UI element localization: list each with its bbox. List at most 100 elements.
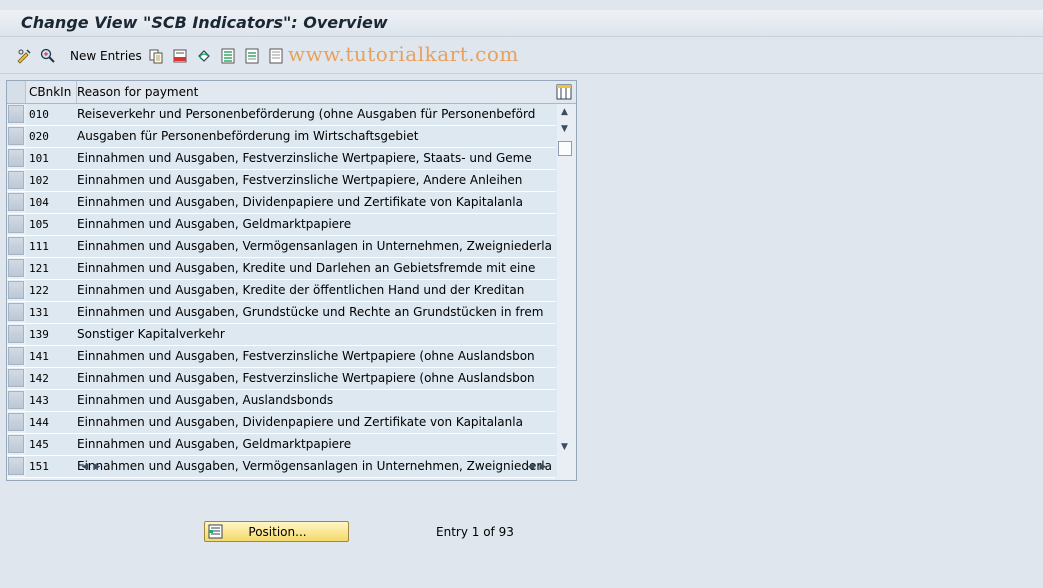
row-selector[interactable] [8,127,24,145]
table-row[interactable]: 020 Ausgaben für Personenbeförderung im W… [7,126,557,148]
table-row[interactable]: 122 Einnahmen und Ausgaben, Kredite der ö… [7,280,557,302]
cell-reason[interactable]: Einnahmen und Ausgaben, Dividenpapiere u… [74,192,557,213]
row-selector[interactable] [8,303,24,321]
table-row[interactable]: 131 Einnahmen und Ausgaben, Grundstücke u… [7,302,557,324]
page-title: Change View "SCB Indicators": Overview [21,13,388,32]
entry-counter: Entry 1 of 93 [436,525,514,539]
table-row[interactable]: 141 Einnahmen und Ausgaben, Festverzinsli… [7,346,557,368]
delete-icon[interactable] [172,48,188,64]
cell-code[interactable]: 151 [26,456,77,477]
table-row[interactable]: 101 Einnahmen und Ausgaben, Festverzinsli… [7,148,557,170]
scroll-left-icon[interactable]: ◀ [525,462,537,472]
scroll-down-page-icon[interactable]: ▼ [556,124,573,138]
table-row[interactable]: 143 Einnahmen und Ausgaben, Auslandsbonds [7,390,557,412]
cell-reason[interactable]: Einnahmen und Ausgaben, Auslandsbonds [74,390,557,411]
table-row[interactable]: 102 Einnahmen und Ausgaben, Festverzinsli… [7,170,557,192]
cell-code[interactable]: 121 [26,258,77,279]
cell-code[interactable]: 145 [26,434,77,455]
cell-reason[interactable]: Sonstiger Kapitalverkehr [74,324,557,345]
cell-reason[interactable]: Ausgaben für Personenbeförderung im Wirt… [74,126,557,147]
cell-reason[interactable]: Einnahmen und Ausgaben, Vermögensanlagen… [74,456,557,477]
undo-change-icon[interactable] [196,48,212,64]
cell-reason[interactable]: Einnahmen und Ausgaben, Festverzinsliche… [74,170,557,191]
select-block-icon[interactable] [244,48,260,64]
column-header-cbnkin[interactable]: CBnkIn [26,81,77,103]
cell-reason[interactable]: Einnahmen und Ausgaben, Dividenpapiere u… [74,412,557,433]
row-selector[interactable] [8,435,24,453]
table-row[interactable]: 139 Sonstiger Kapitalverkehr [7,324,557,346]
copy-icon[interactable] [148,48,164,64]
column-header-reason[interactable]: Reason for payment [74,81,557,103]
scroll-up-icon[interactable]: ▲ [556,107,573,121]
cell-reason[interactable]: Einnahmen und Ausgaben, Grundstücke und … [74,302,557,323]
table-row[interactable]: 144 Einnahmen und Ausgaben, Dividenpapier… [7,412,557,434]
scroll-down-icon[interactable]: ▼ [556,442,573,456]
cell-code[interactable]: 122 [26,280,77,301]
cell-reason[interactable]: Einnahmen und Ausgaben, Kredite und Darl… [74,258,557,279]
table-header: CBnkIn Reason for payment [7,81,576,104]
table-row[interactable]: 105 Einnahmen und Ausgaben, Geldmarktpapi… [7,214,557,236]
cell-code[interactable]: 139 [26,324,77,345]
row-selector[interactable] [8,413,24,431]
row-selector[interactable] [8,237,24,255]
scroll-left-icon[interactable]: ◀ [79,462,91,472]
select-all-column-button[interactable] [7,81,26,103]
display-change-icon[interactable] [16,48,32,64]
cell-reason[interactable]: Einnahmen und Ausgaben, Festverzinsliche… [74,148,557,169]
cell-reason[interactable]: Einnahmen und Ausgaben, Festverzinsliche… [74,346,557,367]
row-selector[interactable] [8,391,24,409]
cell-code[interactable]: 131 [26,302,77,323]
table-row[interactable]: 121 Einnahmen und Ausgaben, Kredite und D… [7,258,557,280]
row-selector[interactable] [8,193,24,211]
row-selector[interactable] [8,171,24,189]
cell-code[interactable]: 020 [26,126,77,147]
scroll-right-icon[interactable]: ▶ [537,462,549,472]
row-selector[interactable] [8,215,24,233]
row-selector[interactable] [8,369,24,387]
cell-code[interactable]: 101 [26,148,77,169]
watermark: www.tutorialkart.com [288,42,519,66]
cell-reason[interactable]: Einnahmen und Ausgaben, Geldmarktpapiere [74,434,557,455]
new-entries-button[interactable]: New Entries [70,49,142,63]
cell-code[interactable]: 142 [26,368,77,389]
select-all-icon[interactable] [220,48,236,64]
table-row[interactable]: 104 Einnahmen und Ausgaben, Dividenpapier… [7,192,557,214]
row-selector[interactable] [8,457,24,475]
cell-reason[interactable]: Einnahmen und Ausgaben, Kredite der öffe… [74,280,557,301]
row-selector[interactable] [8,259,24,277]
row-selector[interactable] [8,347,24,365]
row-selector[interactable] [8,105,24,123]
cell-code[interactable]: 105 [26,214,77,235]
cell-code[interactable]: 141 [26,346,77,367]
table-row[interactable]: 142 Einnahmen und Ausgaben, Festverzinsli… [7,368,557,390]
other-view-icon[interactable] [40,48,56,64]
column-scroll-right-group: ◀ ▶ [525,462,549,472]
cell-code[interactable]: 144 [26,412,77,433]
row-selector[interactable] [8,325,24,343]
toolbar: New Entries www.tutorialkart.com [0,37,1043,74]
title-bar: Change View "SCB Indicators": Overview [0,10,1043,37]
cell-reason[interactable]: Einnahmen und Ausgaben, Vermögensanlagen… [74,236,557,257]
table-control: CBnkIn Reason for payment 010 Reiseverkeh… [6,80,577,481]
cell-reason[interactable]: Reiseverkehr und Personenbeförderung (oh… [74,104,557,125]
cell-reason[interactable]: Einnahmen und Ausgaben, Geldmarktpapiere [74,214,557,235]
column-scroll-left-group: ◀ ▶ [79,462,103,472]
scroll-right-icon[interactable]: ▶ [91,462,103,472]
cell-code[interactable]: 111 [26,236,77,257]
table-row[interactable]: 010 Reiseverkehr und Personenbeförderung … [7,104,557,126]
vertical-scrollbar[interactable]: ▲ ▼ ▼ [556,104,573,460]
table-settings-icon[interactable] [556,84,572,100]
cell-code[interactable]: 104 [26,192,77,213]
position-button[interactable]: Position... [204,521,349,542]
cell-reason[interactable]: Einnahmen und Ausgaben, Festverzinsliche… [74,368,557,389]
cell-code[interactable]: 143 [26,390,77,411]
table-row[interactable]: 145 Einnahmen und Ausgaben, Geldmarktpapi… [7,434,557,456]
table-row[interactable]: 111 Einnahmen und Ausgaben, Vermögensanla… [7,236,557,258]
position-button-label: Position... [248,525,307,539]
row-selector[interactable] [8,281,24,299]
deselect-all-icon[interactable] [268,48,284,64]
cell-code[interactable]: 102 [26,170,77,191]
cell-code[interactable]: 010 [26,104,77,125]
row-selector[interactable] [8,149,24,167]
scroll-thumb[interactable] [558,141,572,156]
